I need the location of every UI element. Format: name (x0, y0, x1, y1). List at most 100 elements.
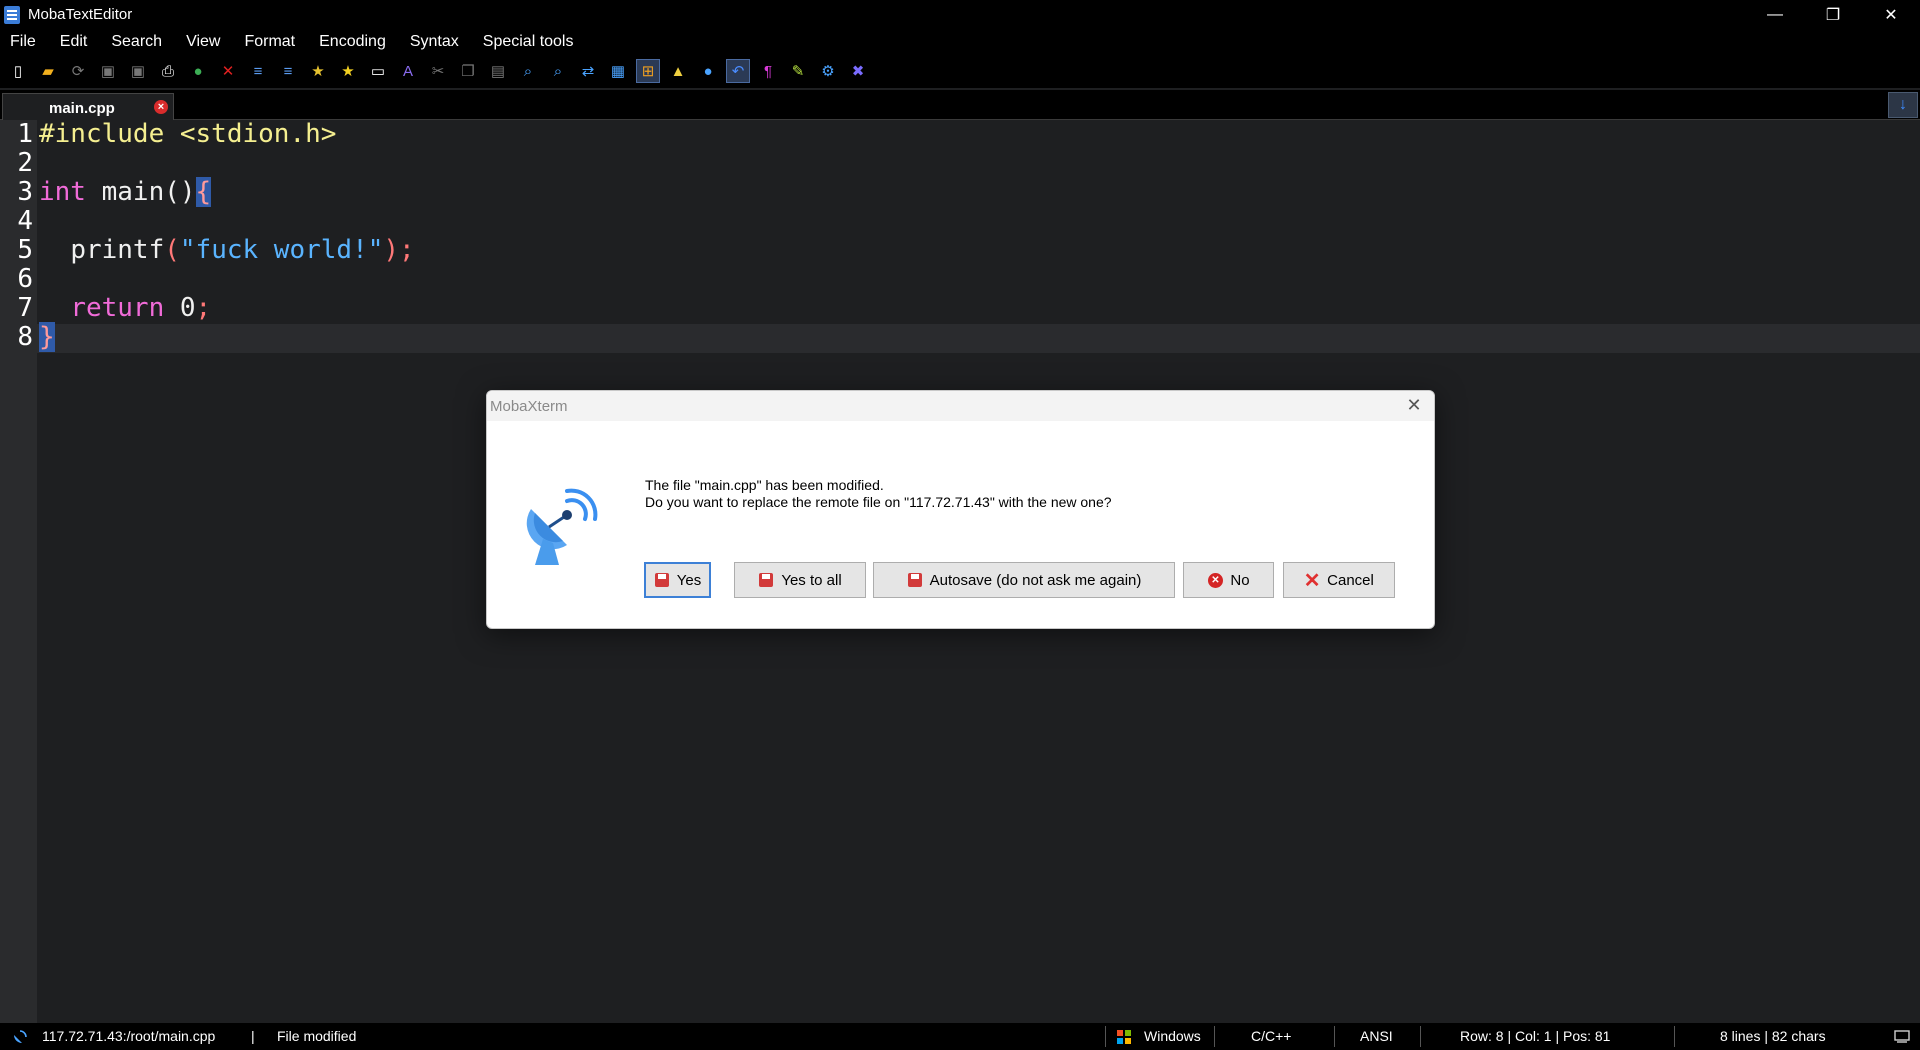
minimize-button[interactable]: — (1746, 0, 1804, 29)
status-divider (1334, 1026, 1335, 1047)
number-literal: 0 (164, 293, 196, 323)
no-icon: ✕ (1207, 572, 1223, 588)
open-folder-icon[interactable]: ▰ (36, 59, 60, 83)
menu-syntax[interactable]: Syntax (398, 29, 471, 54)
yes-to-all-button-label: Yes to all (781, 571, 842, 589)
line-number-gutter: 1 2 3 4 5 6 7 8 (0, 120, 37, 1023)
dialog-title-bar: MobaXterm ✕ (487, 391, 1434, 421)
current-line-highlight (37, 324, 1920, 353)
compare-icon[interactable]: ▦ (606, 59, 630, 83)
save-icon[interactable]: ▣ (96, 59, 120, 83)
save-confirm-dialog: MobaXterm ✕ The file "main.cpp" has been… (486, 390, 1435, 629)
app-icon (4, 5, 20, 24)
tab-strip: main.cpp × ↓ (0, 90, 1920, 120)
no-button[interactable]: ✕ No (1183, 562, 1274, 598)
code-line-5: printf("fuck world!"); (39, 235, 415, 265)
dialog-close-icon[interactable]: ✕ (1404, 395, 1424, 415)
autosave-button[interactable]: Autosave (do not ask me again) (873, 562, 1175, 598)
open-paren: ( (164, 235, 180, 265)
line-number: 2 (17, 148, 33, 178)
mac-eol-icon[interactable]: ● (696, 59, 720, 83)
floppy-icon (654, 572, 670, 588)
linux-eol-icon[interactable]: ▲ (666, 59, 690, 83)
syntax-mode[interactable]: C/C++ (1251, 1023, 1291, 1050)
font-icon[interactable]: A (396, 59, 420, 83)
toolbar: ▯ ▰ ⟳ ▣ ▣ ⎙ ● ✕ ≡ ≡ ★ ★ ▭ A ✂ ❐ ▤ ⌕ ⌕ ⇄ ▦ ⊞ ▲ ● ↶ ¶ ✎ ⚙ ✖ (0, 54, 1920, 88)
cancel-button[interactable]: ✕ Cancel (1283, 562, 1395, 598)
bookmark-next-icon[interactable]: ★ (336, 59, 360, 83)
menu-edit[interactable]: Edit (48, 29, 100, 54)
no-button-label: No (1230, 571, 1250, 589)
tab-close-icon[interactable]: × (154, 100, 168, 114)
new-file-icon[interactable]: ▯ (6, 59, 30, 83)
print-icon[interactable]: ⎙ (156, 59, 180, 83)
line-number: 5 (17, 235, 33, 265)
cursor-position: Row: 8 | Col: 1 | Pos: 81 (1460, 1028, 1611, 1044)
autosave-floppy-icon (907, 572, 923, 588)
menu-file[interactable]: File (0, 29, 48, 54)
multi-floppy-icon (758, 572, 774, 588)
code-line-8: } (39, 322, 55, 352)
close-window-button[interactable]: ✕ (1862, 0, 1920, 29)
status-divider (1105, 1026, 1106, 1047)
restore-button[interactable]: ❐ (1804, 0, 1862, 29)
settings-icon[interactable]: ⚙ (816, 59, 840, 83)
satellite-dish-icon (526, 488, 598, 565)
cancel-button-label: Cancel (1327, 571, 1374, 589)
line-number: 6 (17, 264, 33, 294)
indent-icon[interactable]: ≡ (276, 59, 300, 83)
menu-bar: File Edit Search View Format Encoding Sy… (0, 29, 1920, 54)
close-paren: ); (383, 235, 415, 265)
exit-icon[interactable]: ✖ (846, 59, 870, 83)
menu-encoding[interactable]: Encoding (307, 29, 398, 54)
tab-main-cpp[interactable]: main.cpp × (2, 93, 174, 120)
show-symbols-icon[interactable]: ¶ (756, 59, 780, 83)
preprocessor-directive: #include <stdion.h> (39, 119, 337, 149)
dialog-message-line: Do you want to replace the remote file o… (645, 494, 1112, 510)
highlight-icon[interactable]: ✎ (786, 59, 810, 83)
status-bar: 117.72.71.43:/root/main.cpp | File modif… (0, 1023, 1920, 1050)
find-icon[interactable]: ⌕ (516, 59, 540, 83)
menu-view[interactable]: View (174, 29, 232, 54)
dialog-message-line: The file "main.cpp" has been modified. (645, 477, 884, 493)
line-number: 4 (17, 206, 33, 236)
cut-icon[interactable]: ✂ (426, 59, 450, 83)
string-literal: "fuck world!" (179, 235, 384, 265)
line-number: 3 (17, 177, 33, 207)
bookmark-icon[interactable]: ★ (306, 59, 330, 83)
status-divider (1214, 1026, 1215, 1047)
keyword-int: int (39, 177, 86, 207)
menu-search[interactable]: Search (99, 29, 174, 54)
document-stats: 8 lines | 82 chars (1720, 1028, 1826, 1044)
menu-format[interactable]: Format (232, 29, 307, 54)
reload-icon[interactable]: ⟳ (66, 59, 90, 83)
replace-icon[interactable]: ⇄ (576, 59, 600, 83)
unindent-icon[interactable]: ≡ (246, 59, 270, 83)
line-number: 1 (17, 119, 33, 149)
line-number: 7 (17, 293, 33, 323)
web-icon[interactable]: ● (186, 59, 210, 83)
message-icon[interactable] (1894, 1030, 1910, 1043)
copy-icon[interactable]: ❐ (456, 59, 480, 83)
matching-brace-open: { (195, 177, 212, 207)
yes-button[interactable]: Yes (644, 562, 711, 598)
yes-to-all-button[interactable]: Yes to all (734, 562, 866, 598)
menu-special-tools[interactable]: Special tools (471, 29, 586, 54)
monitor-icon[interactable]: ▭ (366, 59, 390, 83)
windows-eol-icon[interactable]: ⊞ (636, 59, 660, 83)
scroll-down-button[interactable]: ↓ (1888, 92, 1918, 118)
find-next-icon[interactable]: ⌕ (546, 59, 570, 83)
word-wrap-icon[interactable]: ↶ (726, 59, 750, 83)
tab-label: main.cpp (49, 100, 115, 117)
eol-format[interactable]: Windows (1144, 1023, 1201, 1050)
code-line-1: #include <stdion.h> (39, 120, 336, 149)
dialog-title: MobaXterm (490, 398, 568, 415)
paste-icon[interactable]: ▤ (486, 59, 510, 83)
encoding[interactable]: ANSI (1360, 1023, 1393, 1050)
save-all-icon[interactable]: ▣ (126, 59, 150, 83)
close-file-icon[interactable]: ✕ (216, 59, 240, 83)
yes-button-label: Yes (676, 571, 702, 589)
function-call: printf (70, 235, 165, 265)
function-name: main() (85, 177, 196, 207)
semicolon: ; (195, 293, 212, 323)
